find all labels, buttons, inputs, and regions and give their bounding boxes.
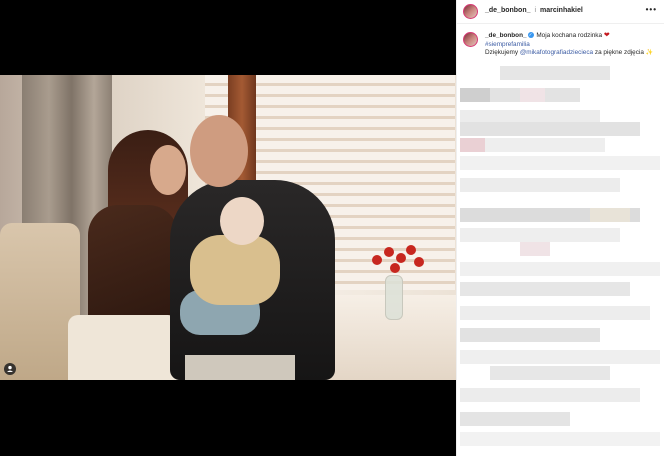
author-avatar[interactable]: [463, 4, 478, 19]
caption-line-1: _de_bonbon_ ✓ Moja kochana rodzinka ❤: [485, 32, 663, 41]
man-pants: [185, 355, 295, 380]
blur-block: [460, 122, 640, 136]
more-options-button[interactable]: •••: [646, 5, 657, 14]
flower: [390, 263, 400, 273]
blur-block: [520, 242, 550, 256]
flower: [406, 245, 416, 255]
blur-block: [460, 228, 620, 242]
header-separator: i: [534, 7, 537, 14]
caption-author-avatar[interactable]: [463, 32, 478, 47]
author-username[interactable]: _de_bonbon_: [485, 7, 531, 14]
woman-skirt: [68, 315, 178, 380]
woman-jacket: [88, 205, 178, 330]
flower: [396, 253, 406, 263]
blur-block: [490, 366, 610, 380]
header-usernames: _de_bonbon_ i marcinhakiel: [485, 7, 583, 14]
thanks-prefix: Dziękujemy: [485, 49, 519, 57]
caption-line-2: #siemprefamilia: [485, 41, 663, 50]
blur-block: [590, 208, 630, 222]
blur-block: [460, 138, 485, 152]
baby-sweater: [190, 235, 280, 305]
vase: [385, 275, 403, 320]
blur-block: [460, 88, 490, 102]
flower: [414, 257, 424, 267]
woman-face: [150, 145, 186, 195]
blur-block: [460, 388, 640, 402]
post-header: _de_bonbon_ i marcinhakiel •••: [457, 0, 664, 24]
blur-block: [460, 432, 660, 446]
blur-block: [460, 306, 650, 320]
user-tag-icon[interactable]: [4, 363, 16, 375]
hashtag-link[interactable]: #siemprefamilia: [485, 41, 530, 48]
caption-block: _de_bonbon_ ✓ Moja kochana rodzinka ❤ #si…: [457, 28, 664, 68]
blur-block: [500, 66, 610, 80]
blur-block: [460, 412, 570, 426]
baby-head: [220, 197, 264, 245]
caption-author-username[interactable]: _de_bonbon_: [485, 32, 527, 39]
blur-block: [460, 282, 630, 296]
collaborator-username[interactable]: marcinhakiel: [540, 7, 583, 14]
user-tag-icon-glyph: [7, 365, 13, 372]
blur-block: [460, 328, 600, 342]
media-column: [0, 0, 456, 456]
pixelated-comments: [460, 66, 664, 456]
sparkles-icon: ✨: [645, 50, 654, 57]
post-photo[interactable]: [0, 75, 456, 380]
verified-badge-icon: ✓: [527, 32, 534, 39]
flower: [384, 247, 394, 257]
blur-block: [460, 178, 620, 192]
caption-text: _de_bonbon_ ✓ Moja kochana rodzinka ❤ #si…: [485, 32, 663, 58]
mention-link[interactable]: @mikafotografiadziecieca: [520, 49, 593, 56]
blur-block: [520, 88, 545, 102]
flower: [372, 255, 382, 265]
caption-line-3: Dziękujemy @mikafotografiadziecieca za p…: [485, 49, 663, 58]
red-heart-icon: ❤: [603, 32, 610, 39]
blur-block: [460, 262, 660, 276]
blur-block: [460, 156, 660, 170]
caption-main-text: Moja kochana rodzinka: [536, 32, 603, 39]
man-head: [190, 115, 248, 187]
thanks-suffix: za piękne zdjęcia: [594, 49, 644, 57]
blur-block: [485, 138, 605, 152]
blur-block: [460, 350, 660, 364]
